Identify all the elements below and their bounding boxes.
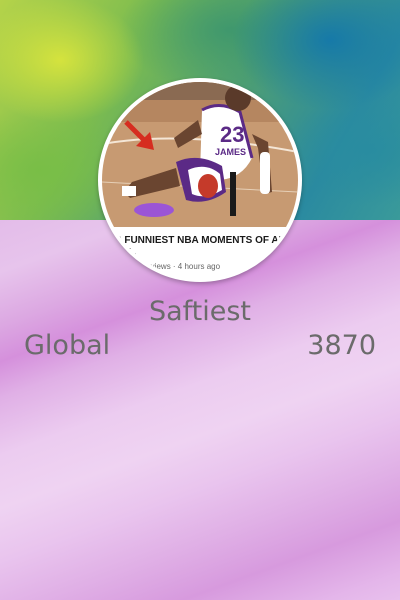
avatar-image: 23 JAMES 0 FUNNIEST NBA MOMENTS OF ALL M… (102, 82, 298, 278)
username: Saftiest (148, 296, 252, 327)
jersey-number: 23 (220, 122, 244, 147)
video-title-line1: 0 FUNNIEST NBA MOMENTS OF ALL (116, 235, 291, 246)
rank-value: 3870 (307, 330, 376, 361)
video-title-line2: ME.. (116, 247, 137, 258)
rank-label: Global (24, 330, 111, 361)
video-meta: b... · 67K views · 4 hours ago (116, 262, 221, 271)
avatar[interactable]: 23 JAMES 0 FUNNIEST NBA MOMENTS OF ALL M… (98, 78, 302, 282)
jersey-name: JAMES (215, 147, 246, 157)
